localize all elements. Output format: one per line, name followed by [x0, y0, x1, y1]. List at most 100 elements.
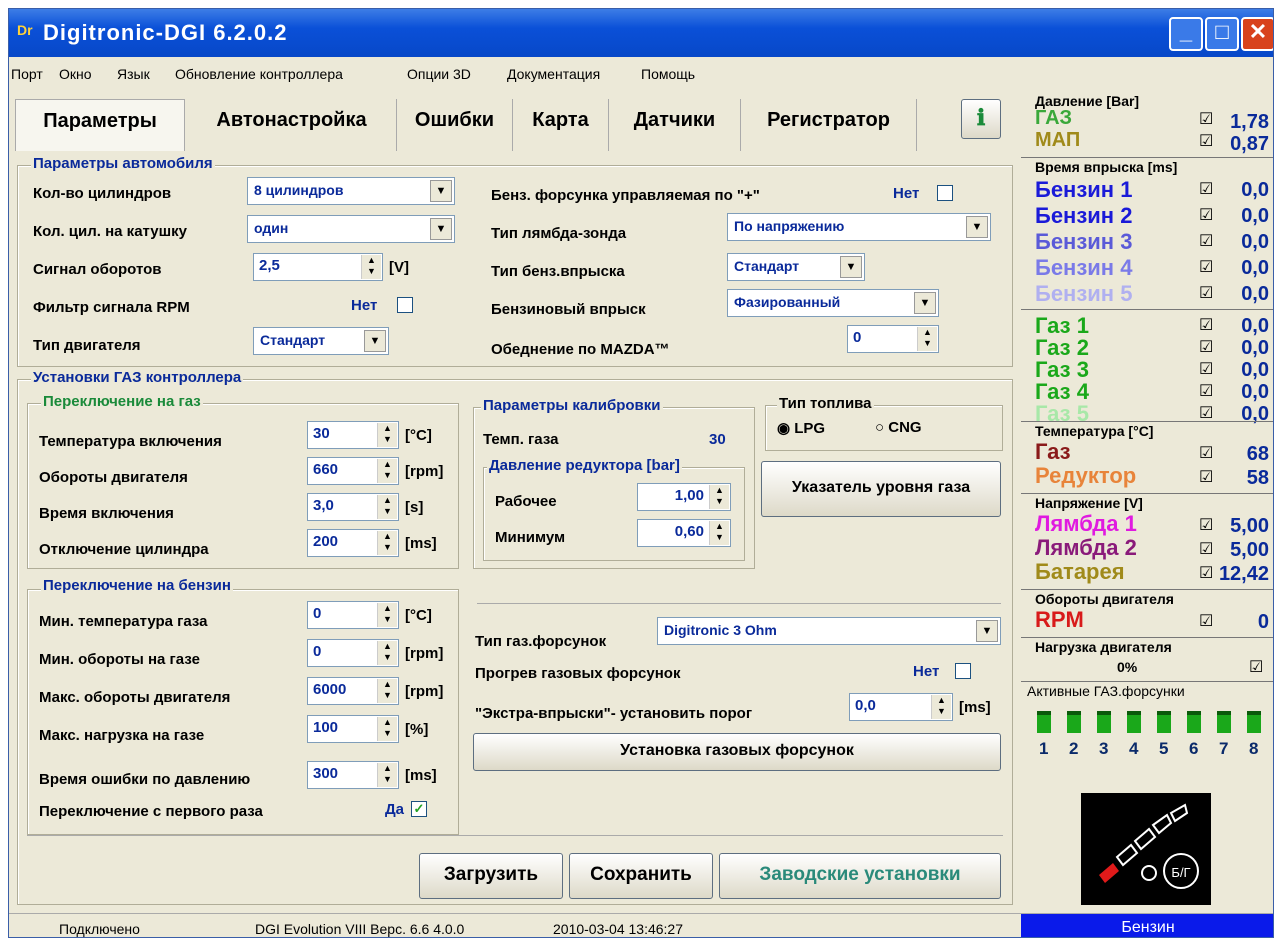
battery-checkbox[interactable]: ☑	[1199, 563, 1213, 583]
menu-window[interactable]: Окно	[59, 66, 92, 82]
first-switch-checkbox[interactable]: ✓	[411, 801, 427, 817]
spin-arrows-icon[interactable]: ▲ ▼	[377, 763, 397, 787]
work-pressure-label: Рабочее	[495, 493, 557, 510]
cylinders-select[interactable]: 8 цилиндров ▼	[247, 177, 455, 205]
rpm-value: 0	[1257, 611, 1269, 633]
to-petrol-row-label: Мин. обороты на газе	[39, 651, 200, 668]
lambda2-checkbox[interactable]: ☑	[1199, 539, 1213, 559]
menu-firmware-update[interactable]: Обновление контроллера	[175, 66, 343, 82]
to-gas-row-input[interactable]: 30 ▲ ▼	[307, 421, 399, 449]
lpg-radio[interactable]: ◉ LPG	[777, 419, 825, 437]
tab-autotune[interactable]: Автонастройка	[187, 99, 397, 151]
section-divider	[1021, 309, 1273, 310]
tab-errors[interactable]: Ошибки	[397, 99, 513, 151]
tab-logger[interactable]: Регистратор	[741, 99, 917, 151]
info-icon[interactable]: ℹ	[961, 99, 1001, 139]
gas-injector-checkbox[interactable]: ☑	[1199, 337, 1213, 357]
to-petrol-row-value: 100	[313, 719, 339, 736]
mazda-input[interactable]: 0 ▲ ▼	[847, 325, 939, 353]
lambda1-value: 5,00	[1230, 515, 1269, 537]
rpm-checkbox[interactable]: ☑	[1199, 611, 1213, 631]
spin-arrows-icon[interactable]: ▲ ▼	[377, 423, 397, 447]
lambda1-checkbox[interactable]: ☑	[1199, 515, 1213, 535]
to-petrol-row-label: Макс. нагрузка на газе	[39, 727, 205, 744]
mode-switch-panel[interactable]: Б/Г	[1081, 793, 1211, 905]
engine-select[interactable]: Стандарт ▼	[253, 327, 389, 355]
gas-injector-checkbox[interactable]: ☑	[1199, 315, 1213, 335]
save-button[interactable]: Сохранить	[569, 853, 713, 899]
menu-documentation[interactable]: Документация	[507, 66, 600, 82]
load-checkbox[interactable]: ☑	[1249, 657, 1263, 677]
petrol-injector-checkbox[interactable]	[937, 185, 953, 201]
spin-arrows-icon[interactable]: ▲ ▼	[377, 603, 397, 627]
lambda-select[interactable]: По напряжению ▼	[727, 213, 991, 241]
petrol-type-select[interactable]: Стандарт ▼	[727, 253, 865, 281]
to-petrol-row-input[interactable]: 0 ▲ ▼	[307, 601, 399, 629]
coil-select[interactable]: один ▼	[247, 215, 455, 243]
window-title: Digitronic-DGI 6.2.0.2	[43, 20, 288, 45]
to-gas-row-input[interactable]: 3,0 ▲ ▼	[307, 493, 399, 521]
status-bar: Подключено DGI Evolution VIII Верс. 6.6 …	[9, 913, 1273, 937]
to-gas-row-input[interactable]: 660 ▲ ▼	[307, 457, 399, 485]
work-pressure-input[interactable]: 1,00 ▲ ▼	[637, 483, 731, 511]
tab-sensors[interactable]: Датчики	[609, 99, 741, 151]
cng-radio[interactable]: ○ CNG	[875, 419, 922, 436]
reducer-temp-checkbox[interactable]: ☑	[1199, 467, 1213, 487]
petrol-injector-label: Бензин 4	[1035, 255, 1133, 280]
min-pressure-input[interactable]: 0,60 ▲ ▼	[637, 519, 731, 547]
menu-language[interactable]: Язык	[117, 66, 150, 82]
petrol-mode-select[interactable]: Фазированный ▼	[727, 289, 939, 317]
spin-arrows-icon[interactable]: ▲ ▼	[709, 485, 729, 509]
spin-arrows-icon[interactable]: ▲ ▼	[377, 641, 397, 665]
menu-port[interactable]: Порт	[11, 66, 43, 82]
petrol-injector-checkbox[interactable]: ☑	[1199, 257, 1213, 277]
gas-temp-checkbox[interactable]: ☑	[1199, 443, 1213, 463]
menu-3d-options[interactable]: Опции 3D	[407, 66, 471, 82]
engine-label: Тип двигателя	[33, 337, 141, 354]
section-divider	[1021, 589, 1273, 590]
gas-injector-checkbox[interactable]: ☑	[1199, 381, 1213, 401]
pressure-error-input[interactable]: 300 ▲ ▼	[307, 761, 399, 789]
to-petrol-row-input[interactable]: 6000 ▲ ▼	[307, 677, 399, 705]
spin-arrows-icon[interactable]: ▲ ▼	[377, 495, 397, 519]
pressure-error-value: 300	[313, 765, 339, 782]
rpm-signal-input[interactable]: 2,5 ▲ ▼	[253, 253, 383, 281]
map-pressure-checkbox[interactable]: ☑	[1199, 131, 1213, 151]
gas-injector-checkbox[interactable]: ☑	[1199, 403, 1213, 423]
rpm-filter-checkbox[interactable]	[397, 297, 413, 313]
spin-arrows-icon[interactable]: ▲ ▼	[361, 255, 381, 279]
menu-help[interactable]: Помощь	[641, 66, 695, 82]
spin-arrows-icon[interactable]: ▲ ▼	[377, 679, 397, 703]
minimize-button[interactable]: _	[1169, 17, 1203, 51]
spin-arrows-icon[interactable]: ▲ ▼	[709, 521, 729, 545]
tab-map[interactable]: Карта	[513, 99, 609, 151]
extra-injection-input[interactable]: 0,0 ▲ ▼	[849, 693, 953, 721]
injector-icon	[1247, 711, 1261, 733]
spin-arrows-icon[interactable]: ▲ ▼	[377, 531, 397, 555]
injector-icon	[1187, 711, 1201, 733]
gas-pressure-checkbox[interactable]: ☑	[1199, 109, 1213, 129]
load-button[interactable]: Загрузить	[419, 853, 563, 899]
gas-level-button[interactable]: Указатель уровня газа	[761, 461, 1001, 517]
gas-injector-checkbox[interactable]: ☑	[1199, 359, 1213, 379]
to-gas-row-input[interactable]: 200 ▲ ▼	[307, 529, 399, 557]
close-button[interactable]: ✕	[1241, 17, 1273, 51]
gas-injector-value: 0,0	[1241, 359, 1269, 381]
tab-parameters[interactable]: Параметры	[15, 99, 185, 151]
to-petrol-row-input[interactable]: 100 ▲ ▼	[307, 715, 399, 743]
factory-settings-button[interactable]: Заводские установки	[719, 853, 1001, 899]
petrol-injector-checkbox[interactable]: ☑	[1199, 205, 1213, 225]
spin-arrows-icon[interactable]: ▲ ▼	[377, 717, 397, 741]
petrol-injector-checkbox[interactable]: ☑	[1199, 179, 1213, 199]
spin-arrows-icon[interactable]: ▲ ▼	[931, 695, 951, 719]
petrol-injector-checkbox[interactable]: ☑	[1199, 231, 1213, 251]
to-petrol-row-input[interactable]: 0 ▲ ▼	[307, 639, 399, 667]
maximize-button[interactable]: □	[1205, 17, 1239, 51]
app-icon: Dr	[17, 22, 33, 38]
injector-type-select[interactable]: Digitronic 3 Ohm ▼	[657, 617, 1001, 645]
injector-warmup-checkbox[interactable]	[955, 663, 971, 679]
petrol-injector-checkbox[interactable]: ☑	[1199, 283, 1213, 303]
spin-arrows-icon[interactable]: ▲ ▼	[917, 327, 937, 351]
gas-injector-setup-button[interactable]: Установка газовых форсунок	[473, 733, 1001, 771]
spin-arrows-icon[interactable]: ▲ ▼	[377, 459, 397, 483]
